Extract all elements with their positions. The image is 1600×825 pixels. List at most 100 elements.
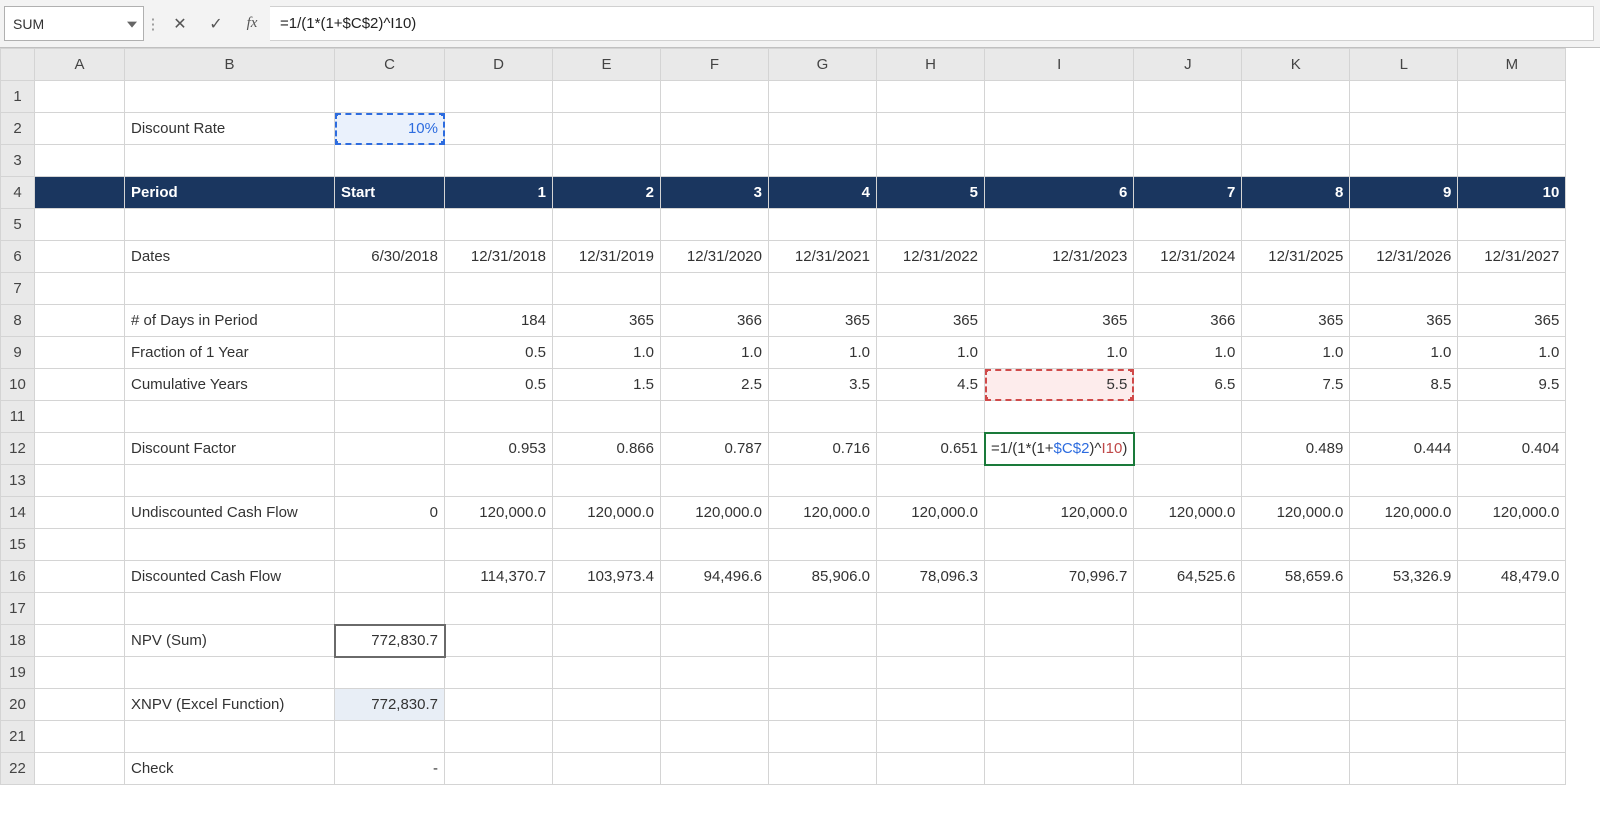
cell[interactable]: Dates xyxy=(125,241,335,273)
cell[interactable]: Undiscounted Cash Flow xyxy=(125,497,335,529)
cell[interactable] xyxy=(1458,529,1566,561)
cell[interactable]: 365 xyxy=(553,305,661,337)
cell[interactable] xyxy=(335,273,445,305)
cell[interactable] xyxy=(335,369,445,401)
cell[interactable] xyxy=(661,145,769,177)
cell[interactable] xyxy=(35,305,125,337)
cell[interactable] xyxy=(1242,145,1350,177)
cell[interactable] xyxy=(445,753,553,785)
row-header[interactable]: 12 xyxy=(1,433,35,465)
cell[interactable] xyxy=(1458,753,1566,785)
cell[interactable] xyxy=(877,145,985,177)
cell[interactable] xyxy=(553,273,661,305)
cell[interactable] xyxy=(553,209,661,241)
name-box[interactable]: SUM xyxy=(4,6,144,41)
cell[interactable]: 365 xyxy=(877,305,985,337)
cell[interactable]: 1.5 xyxy=(553,369,661,401)
cell[interactable] xyxy=(985,625,1134,657)
cell-period-label[interactable]: Period xyxy=(125,177,335,209)
cell[interactable]: 8.5 xyxy=(1350,369,1458,401)
cell[interactable]: NPV (Sum) xyxy=(125,625,335,657)
cell[interactable] xyxy=(1458,145,1566,177)
cell[interactable] xyxy=(769,465,877,497)
cell[interactable] xyxy=(985,721,1134,753)
cell[interactable] xyxy=(335,81,445,113)
cell[interactable] xyxy=(335,529,445,561)
cell[interactable]: 7 xyxy=(1134,177,1242,209)
cell[interactable] xyxy=(1242,753,1350,785)
cell[interactable] xyxy=(445,145,553,177)
cell[interactable] xyxy=(35,593,125,625)
cell[interactable]: 0.716 xyxy=(769,433,877,465)
cell[interactable]: 184 xyxy=(445,305,553,337)
cell[interactable]: Discount Factor xyxy=(125,433,335,465)
cell[interactable] xyxy=(1242,273,1350,305)
cell[interactable] xyxy=(1350,753,1458,785)
cell[interactable]: 120,000.0 xyxy=(1242,497,1350,529)
col-header[interactable]: I xyxy=(985,49,1134,81)
cell[interactable]: 1.0 xyxy=(553,337,661,369)
cell[interactable] xyxy=(335,209,445,241)
cell[interactable] xyxy=(769,81,877,113)
cell[interactable] xyxy=(1134,657,1242,689)
cell[interactable] xyxy=(335,337,445,369)
cell[interactable]: 12/31/2023 xyxy=(985,241,1134,273)
cell[interactable] xyxy=(877,113,985,145)
cell[interactable] xyxy=(35,433,125,465)
cell[interactable] xyxy=(553,593,661,625)
cell[interactable]: # of Days in Period xyxy=(125,305,335,337)
cell[interactable]: 10 xyxy=(1458,177,1566,209)
cell[interactable] xyxy=(877,753,985,785)
row-header[interactable]: 19 xyxy=(1,657,35,689)
cell-discount-rate-value[interactable]: 10% xyxy=(335,113,445,145)
cell[interactable] xyxy=(661,465,769,497)
cell[interactable]: 12/31/2019 xyxy=(553,241,661,273)
cell[interactable] xyxy=(985,113,1134,145)
cell[interactable]: 2.5 xyxy=(661,369,769,401)
cell[interactable] xyxy=(877,657,985,689)
cell[interactable]: 1 xyxy=(445,177,553,209)
cell[interactable] xyxy=(769,273,877,305)
cell[interactable]: 1.0 xyxy=(985,337,1134,369)
cell[interactable] xyxy=(553,401,661,433)
cell[interactable] xyxy=(335,561,445,593)
cell[interactable] xyxy=(985,145,1134,177)
cell[interactable]: 94,496.6 xyxy=(661,561,769,593)
row-header[interactable]: 16 xyxy=(1,561,35,593)
cell[interactable] xyxy=(1134,593,1242,625)
cell[interactable] xyxy=(661,721,769,753)
cell-xnpv[interactable]: 772,830.7 xyxy=(335,689,445,721)
cell[interactable] xyxy=(35,497,125,529)
cell[interactable] xyxy=(877,625,985,657)
cell[interactable] xyxy=(445,657,553,689)
cell[interactable] xyxy=(661,113,769,145)
cell[interactable] xyxy=(1134,273,1242,305)
cell[interactable]: 6 xyxy=(985,177,1134,209)
row-header[interactable]: 15 xyxy=(1,529,35,561)
cell[interactable] xyxy=(1242,689,1350,721)
cell[interactable] xyxy=(335,305,445,337)
cancel-formula-button[interactable]: ✕ xyxy=(162,0,198,47)
cell[interactable] xyxy=(769,593,877,625)
cell[interactable] xyxy=(445,593,553,625)
cell[interactable] xyxy=(335,593,445,625)
cell[interactable] xyxy=(1350,529,1458,561)
cell[interactable] xyxy=(769,113,877,145)
cell[interactable] xyxy=(125,145,335,177)
cell[interactable] xyxy=(35,145,125,177)
row-header[interactable]: 10 xyxy=(1,369,35,401)
cell[interactable]: 365 xyxy=(1242,305,1350,337)
cell[interactable] xyxy=(445,273,553,305)
cell[interactable] xyxy=(35,241,125,273)
cell[interactable] xyxy=(125,401,335,433)
cell[interactable]: 0.651 xyxy=(877,433,985,465)
cell[interactable] xyxy=(35,561,125,593)
cell[interactable] xyxy=(985,593,1134,625)
cell[interactable] xyxy=(661,81,769,113)
row-header[interactable]: 9 xyxy=(1,337,35,369)
cell[interactable]: 0 xyxy=(335,497,445,529)
cell[interactable] xyxy=(445,401,553,433)
cell[interactable] xyxy=(35,81,125,113)
cell[interactable] xyxy=(553,145,661,177)
cell[interactable] xyxy=(769,145,877,177)
